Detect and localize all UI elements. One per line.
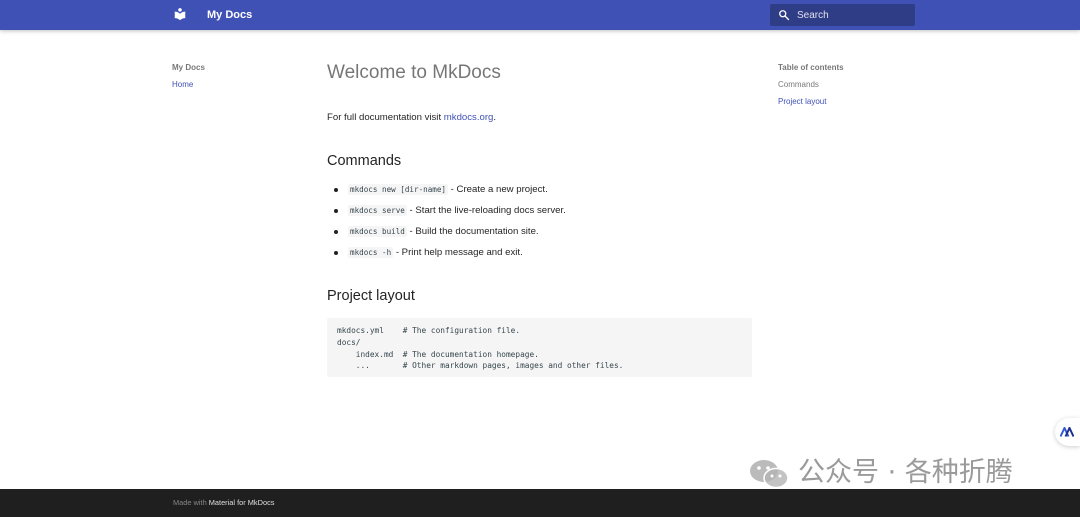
commands-list: mkdocs new [dir-name] - Create a new pro… [327,183,566,267]
toc-title: Table of contents [778,63,844,72]
double-chevron-up-icon [1060,427,1074,437]
list-item: mkdocs new [dir-name] - Create a new pro… [327,183,566,204]
code-line: ... # Other markdown pages, images and o… [337,361,624,371]
project-layout-code-block: mkdocs.yml # The configuration file. docs… [327,318,752,377]
command-description: - Print help message and exit. [393,247,523,258]
page-title: Welcome to MkDocs [327,62,501,83]
command-description: - Build the documentation site. [406,226,539,237]
footer-credit: Made with Material for MkDocs [173,498,274,508]
primary-nav: My Docs Home [172,63,292,90]
intro-paragraph: For full documentation visit mkdocs.org. [327,112,496,124]
site-title[interactable]: My Docs [207,8,252,22]
command-code: mkdocs -h [348,247,394,258]
table-of-contents: Table of contents Commands Project layou… [778,63,928,107]
toc-item-commands[interactable]: Commands [778,80,928,90]
command-description: - Create a new project. [448,184,548,195]
main-content: Welcome to MkDocs For full documentation… [327,61,753,377]
footer: Made with Material for MkDocs [0,489,1080,517]
floating-assistant-button[interactable] [1055,418,1080,446]
code-line: docs/ [337,337,361,347]
command-code: mkdocs build [348,226,407,237]
toc-item-project-layout[interactable]: Project layout [778,97,928,107]
command-description: - Start the live-reloading docs server. [406,205,566,216]
intro-end: . [493,112,497,123]
book-logo-icon[interactable] [173,7,187,21]
nav-title: My Docs [172,63,205,72]
list-item: mkdocs -h - Print help message and exit. [327,246,566,267]
command-code: mkdocs new [dir-name] [348,184,449,195]
footer-made-with: Made with [173,498,209,507]
command-code: mkdocs serve [348,205,407,216]
list-item: mkdocs build - Build the documentation s… [327,225,566,246]
search-icon [779,10,790,21]
wechat-icon [750,460,789,489]
commands-heading: Commands [327,153,402,169]
search-box[interactable] [770,4,915,26]
nav-item-home[interactable]: Home [172,80,292,90]
project-layout-heading: Project layout [327,288,415,304]
code-line: index.md # The documentation homepage. [337,349,539,359]
list-item: mkdocs serve - Start the live-reloading … [327,204,566,225]
mkdocs-org-link[interactable]: mkdocs.org [444,112,494,123]
intro-text: For full documentation visit [327,112,444,123]
code-line: mkdocs.yml # The configuration file. [337,326,521,335]
watermark-text: 公众号 · 各种折腾 [798,457,1013,488]
header-bar: My Docs [0,0,1080,30]
material-for-mkdocs-link[interactable]: Material for MkDocs [209,498,275,507]
search-input[interactable] [797,4,909,26]
